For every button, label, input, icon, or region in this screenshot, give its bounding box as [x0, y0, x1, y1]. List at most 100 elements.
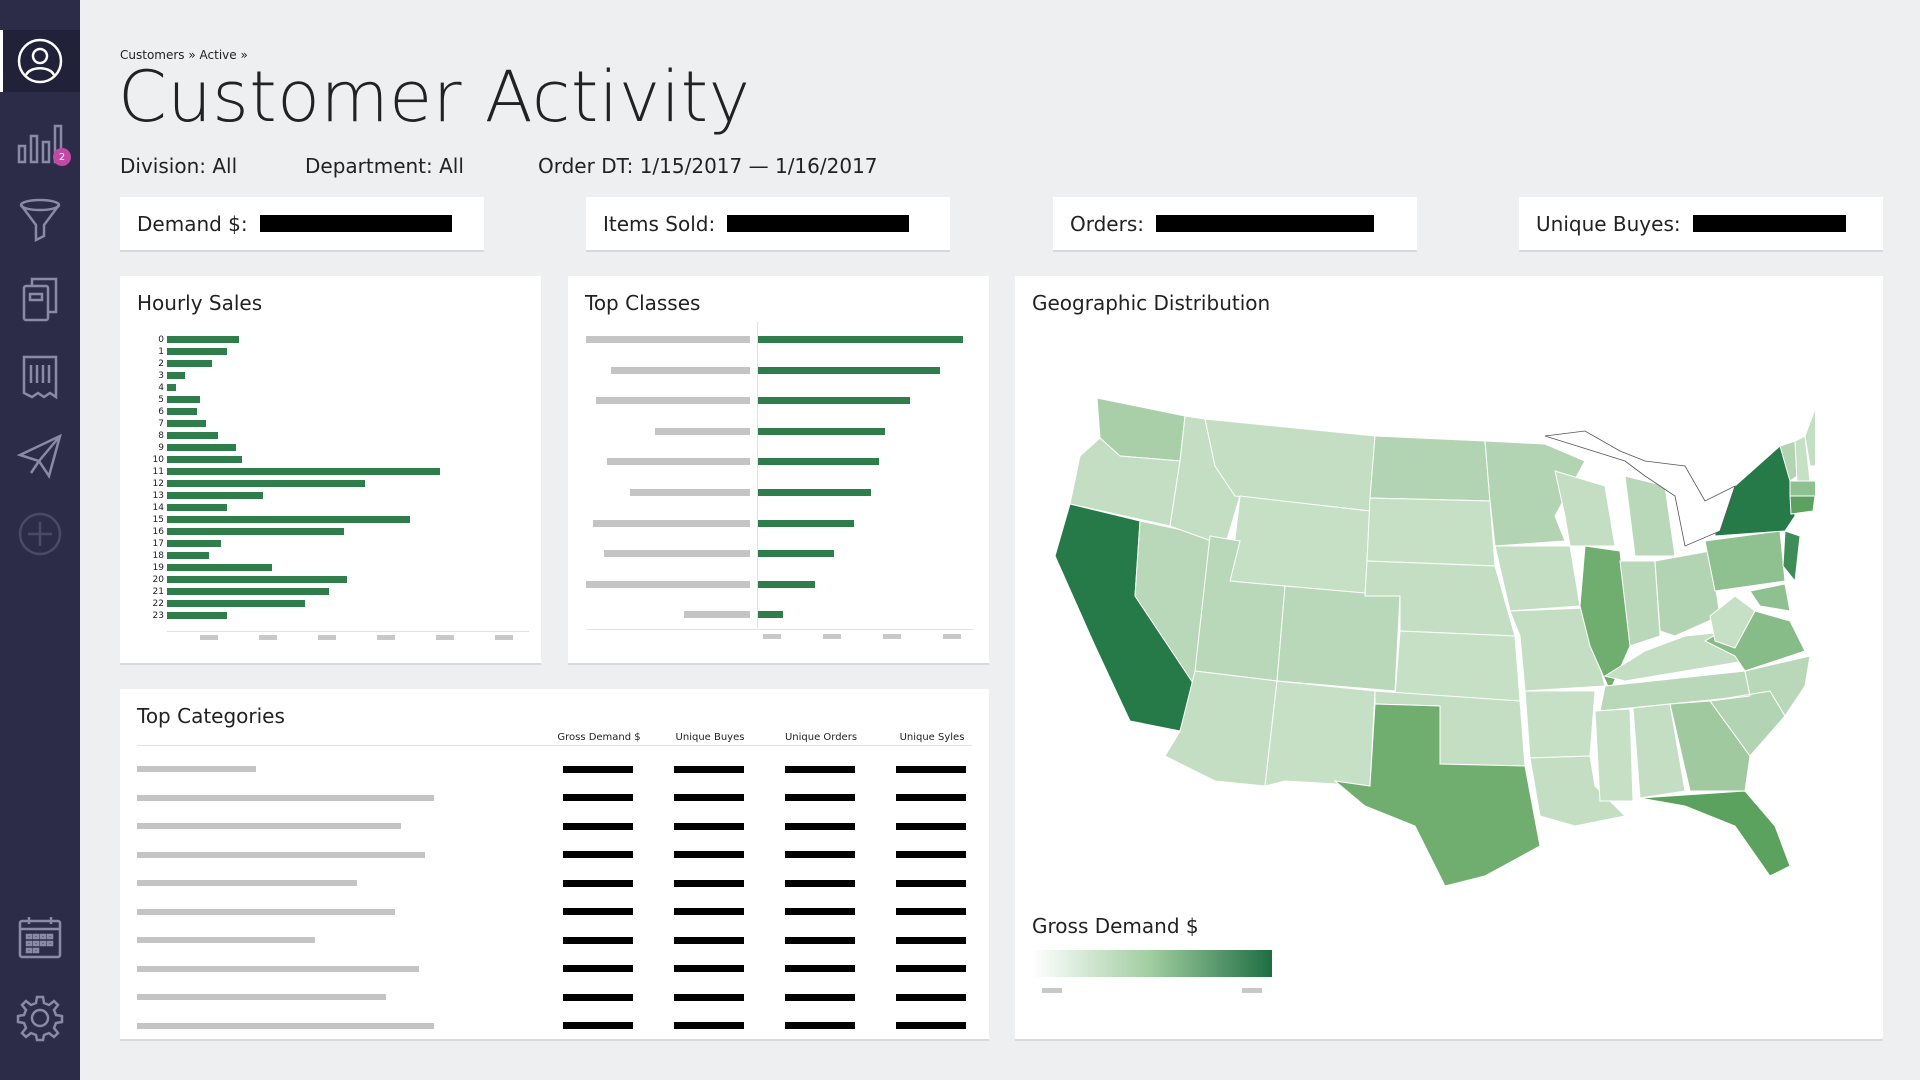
- x-axis-tick: [883, 634, 901, 639]
- category-name-placeholder[interactable]: [137, 823, 402, 829]
- class-name-placeholder: [586, 336, 750, 343]
- hourly-bar[interactable]: [167, 456, 242, 463]
- table-header-divider: [137, 745, 972, 746]
- department-filter[interactable]: Department: All: [305, 154, 464, 178]
- class-bar[interactable]: [758, 366, 941, 374]
- hourly-bar[interactable]: [167, 588, 329, 595]
- legend-gradient: [1032, 950, 1272, 977]
- hour-tick-label: 0: [158, 335, 164, 345]
- col-header-unique-buyes[interactable]: Unique Buyes: [660, 732, 760, 743]
- nav-profile[interactable]: [0, 30, 80, 92]
- hourly-bar[interactable]: [167, 348, 227, 355]
- x-axis-tick: [823, 634, 841, 639]
- col-header-unique-orders[interactable]: Unique Orders: [771, 732, 871, 743]
- hour-tick-label: 17: [152, 539, 164, 549]
- division-filter[interactable]: Division: All: [120, 154, 237, 178]
- nav-calendar[interactable]: [0, 906, 80, 968]
- top-classes-title: Top Classes: [585, 291, 701, 315]
- hourly-bar[interactable]: [167, 372, 185, 379]
- kpi-items-sold-label: Items Sold:: [603, 211, 716, 236]
- redacted-value: [1156, 215, 1374, 232]
- class-name-placeholder: [630, 489, 750, 496]
- category-name-placeholder[interactable]: [137, 851, 426, 858]
- hour-tick-label: 9: [158, 443, 164, 453]
- class-bar[interactable]: [758, 519, 855, 527]
- state-wi: [1554, 470, 1616, 547]
- redacted-value: [896, 822, 966, 830]
- hourly-bar[interactable]: [167, 612, 227, 619]
- hourly-bar[interactable]: [167, 432, 218, 439]
- hourly-bar[interactable]: [167, 420, 206, 427]
- category-name-placeholder[interactable]: [137, 794, 434, 801]
- order-date-filter[interactable]: Order DT: 1/15/2017 — 1/16/2017: [538, 154, 878, 178]
- category-name-placeholder[interactable]: [137, 994, 387, 1000]
- kpi-demand-label: Demand $:: [137, 211, 248, 236]
- col-header-unique-syles[interactable]: Unique Syles: [882, 732, 982, 743]
- redacted-value: [896, 794, 966, 801]
- hour-tick-label: 2: [158, 359, 164, 369]
- nav-documents[interactable]: [0, 268, 80, 330]
- state-ct: [1789, 495, 1815, 515]
- category-name-placeholder[interactable]: [137, 880, 357, 886]
- redacted-value: [674, 794, 744, 801]
- category-name-placeholder[interactable]: [137, 1022, 434, 1029]
- top-classes-panel: Top Classes: [568, 276, 989, 665]
- class-bar[interactable]: [758, 550, 834, 558]
- hourly-bar[interactable]: [167, 540, 221, 547]
- class-bar[interactable]: [758, 580, 816, 588]
- category-name-placeholder[interactable]: [137, 766, 256, 772]
- notification-badge: 2: [53, 148, 71, 166]
- hourly-sales-panel: Hourly Sales 0 1 2 3 4 5 6 7 8 9 10 11 12 13 14 15 16 17 1…: [120, 276, 541, 665]
- legend-min-tick: [1042, 988, 1062, 993]
- class-bar[interactable]: [758, 336, 963, 343]
- hourly-bar[interactable]: [167, 600, 305, 607]
- nav-funnel[interactable]: [0, 190, 80, 252]
- category-name-placeholder[interactable]: [137, 937, 316, 943]
- hourly-bar[interactable]: [167, 564, 272, 571]
- nav-analytics[interactable]: 2: [0, 113, 80, 175]
- hourly-bar[interactable]: [167, 492, 263, 499]
- redacted-value: [563, 765, 633, 773]
- redacted-value: [785, 879, 855, 887]
- x-axis-tick: [377, 635, 395, 640]
- hourly-bar[interactable]: [167, 444, 236, 451]
- hourly-bar[interactable]: [167, 576, 347, 583]
- top-categories-title: Top Categories: [137, 704, 285, 728]
- nav-add[interactable]: [0, 503, 80, 565]
- calendar-icon: [18, 917, 62, 959]
- state-nj: [1782, 530, 1801, 583]
- hour-tick-label: 4: [158, 383, 164, 393]
- hourly-bar[interactable]: [167, 396, 200, 403]
- hourly-bar[interactable]: [167, 552, 209, 559]
- nav-settings[interactable]: [0, 987, 80, 1049]
- hourly-bar[interactable]: [167, 480, 365, 487]
- kpi-unique-buyes-label: Unique Buyes:: [1536, 211, 1681, 236]
- hourly-bar[interactable]: [167, 336, 239, 343]
- hourly-bar[interactable]: [167, 468, 440, 475]
- nav-send[interactable]: [0, 425, 80, 487]
- class-name-placeholder: [592, 519, 750, 527]
- hour-tick-label: 3: [158, 371, 164, 381]
- col-header-gross-demand[interactable]: Gross Demand $: [549, 732, 649, 743]
- hourly-bar[interactable]: [167, 384, 176, 391]
- hourly-bar[interactable]: [167, 528, 344, 535]
- hourly-bar[interactable]: [167, 504, 227, 511]
- hour-tick-label: 18: [152, 551, 164, 561]
- class-bar[interactable]: [758, 489, 871, 496]
- class-name-placeholder: [586, 580, 750, 588]
- nav-receipts[interactable]: [0, 346, 80, 408]
- class-bar[interactable]: [758, 611, 783, 619]
- state-co: [1276, 585, 1401, 692]
- category-name-placeholder[interactable]: [137, 908, 396, 915]
- state-ks: [1394, 630, 1521, 702]
- state-md: [1749, 583, 1791, 612]
- hourly-bar[interactable]: [167, 408, 197, 415]
- class-bar[interactable]: [758, 427, 886, 435]
- kpi-unique-buyes: Unique Buyes:: [1519, 197, 1883, 252]
- category-name-placeholder[interactable]: [137, 965, 420, 972]
- us-map[interactable]: [1045, 386, 1815, 886]
- class-bar[interactable]: [758, 458, 879, 466]
- class-bar[interactable]: [758, 397, 910, 405]
- hourly-bar[interactable]: [167, 516, 410, 523]
- hourly-bar[interactable]: [167, 360, 212, 367]
